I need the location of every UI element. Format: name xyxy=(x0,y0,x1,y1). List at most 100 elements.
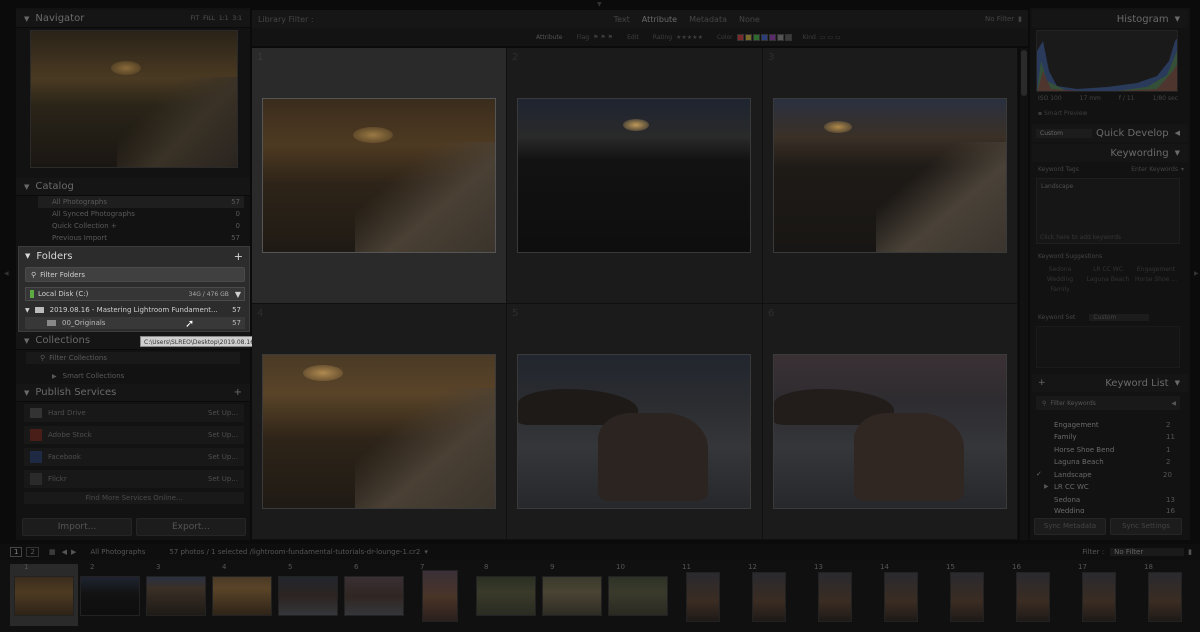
source-label[interactable]: All Photographs xyxy=(90,548,145,556)
subfolder-row[interactable]: 00_Originals 57 xyxy=(25,317,245,329)
color-swatch[interactable] xyxy=(768,33,776,41)
catalog-item[interactable]: All Synced Photographs 0 xyxy=(38,208,244,220)
publish-service-row[interactable]: Facebook Set Up... xyxy=(24,448,244,466)
keyword-tags-area[interactable]: Landscape Click here to add keywords xyxy=(1036,178,1180,244)
filmstrip-thumbnail[interactable] xyxy=(146,576,206,616)
top-panel-toggle-icon[interactable]: ▼ xyxy=(597,1,602,8)
back-arrow-icon[interactable]: ◀ xyxy=(62,548,67,556)
collapse-triangle-icon[interactable]: ▼ xyxy=(24,389,29,397)
collapse-triangle-icon[interactable]: ▼ xyxy=(1175,15,1180,23)
filmstrip-thumbnail[interactable] xyxy=(278,576,338,616)
filmstrip-thumbnail[interactable] xyxy=(1016,572,1050,622)
filmstrip-thumbnail[interactable] xyxy=(752,572,786,622)
kind-icons[interactable]: ▭ ▭ ▭ xyxy=(820,34,841,41)
suggestion[interactable]: Engagement xyxy=(1132,266,1180,273)
grid-scrollbar[interactable] xyxy=(1020,48,1028,540)
filmstrip-thumbnail[interactable] xyxy=(1148,572,1182,622)
publish-service-row[interactable]: Hard Drive Set Up... xyxy=(24,404,244,422)
expand-triangle-icon[interactable]: ▶ xyxy=(1044,483,1049,490)
suggestion[interactable]: Horse Shoe ... xyxy=(1132,276,1180,283)
color-swatch[interactable] xyxy=(776,33,784,41)
keyword-item[interactable]: Family xyxy=(1054,433,1077,441)
keyword-item[interactable]: Landscape xyxy=(1054,471,1092,479)
tab-none[interactable]: None xyxy=(739,15,760,24)
filter-keywords-input[interactable]: ⚲ Filter Keywords ◀ xyxy=(1036,396,1180,410)
filmstrip-thumbnail[interactable] xyxy=(542,576,602,616)
left-panel-toggle-icon[interactable]: ◀ xyxy=(4,270,9,277)
publish-service-row[interactable]: Adobe Stock Set Up... xyxy=(24,426,244,444)
filter-collections-input[interactable]: ⚲ Filter Collections xyxy=(26,352,240,364)
catalog-item[interactable]: Previous Import 57 xyxy=(38,232,244,244)
photo-thumbnail[interactable] xyxy=(517,354,751,509)
chevron-down-icon[interactable]: ▾ xyxy=(1181,166,1184,173)
import-button[interactable]: Import... xyxy=(22,518,132,536)
filmstrip-thumbnail[interactable] xyxy=(608,576,668,616)
service-setup[interactable]: Set Up... xyxy=(208,409,238,417)
quick-develop-header[interactable]: Custom Quick Develop ◀ xyxy=(1032,124,1188,142)
navigator-header[interactable]: ▼ Navigator FIT FILL 1:1 3:1 xyxy=(16,10,250,28)
suggestion[interactable]: Laguna Beach xyxy=(1084,276,1132,283)
service-setup[interactable]: Set Up... xyxy=(208,431,238,439)
filmstrip-thumbnail[interactable] xyxy=(344,576,404,616)
histogram-header[interactable]: Histogram ▼ xyxy=(1032,10,1188,28)
suggestion[interactable]: Family xyxy=(1036,286,1084,293)
photo-thumbnail[interactable] xyxy=(517,98,751,253)
keyword-item[interactable]: Laguna Beach xyxy=(1054,458,1104,466)
folders-header[interactable]: ▼ Folders + xyxy=(19,247,249,265)
publish-service-row[interactable]: Flickr Set Up... xyxy=(24,470,244,488)
filmstrip-thumbnail[interactable] xyxy=(818,572,852,622)
keyword-item[interactable]: Wedding xyxy=(1054,507,1085,513)
expand-triangle-icon[interactable]: ◀ xyxy=(1175,129,1180,137)
volume-row[interactable]: Local Disk (C:) 34G / 476 GB ▼ xyxy=(25,287,245,301)
chevron-left-icon[interactable]: ◀ xyxy=(1171,400,1176,407)
grid-cell[interactable]: 2 xyxy=(507,48,763,304)
second-window-button[interactable]: 2 xyxy=(26,547,39,557)
grid-cell[interactable]: 4 xyxy=(252,304,507,540)
catalog-header[interactable]: ▼ Catalog xyxy=(16,178,250,196)
keyword-list-header[interactable]: + Keyword List ▼ xyxy=(1032,374,1188,392)
tab-metadata[interactable]: Metadata xyxy=(689,15,727,24)
filmstrip-thumbnail[interactable] xyxy=(686,572,720,622)
filmstrip-thumbnail[interactable] xyxy=(1082,572,1116,622)
filmstrip-thumbnail[interactable] xyxy=(476,576,536,616)
filter-preset[interactable]: No Filter xyxy=(985,15,1014,23)
keyword-checkmark-icon[interactable]: ✓ xyxy=(1036,470,1042,478)
color-swatch[interactable] xyxy=(760,33,768,41)
filmstrip-thumbnail[interactable] xyxy=(422,570,458,622)
collapse-triangle-icon[interactable]: ▼ xyxy=(25,252,30,260)
navigator-preview[interactable] xyxy=(30,30,238,168)
filmstrip-filter-select[interactable]: No Filter xyxy=(1110,548,1185,556)
keyword-item[interactable]: LR CC WC xyxy=(1054,483,1089,491)
lock-icon[interactable]: ▮ xyxy=(1018,15,1022,23)
smart-collections-row[interactable]: ▶ Smart Collections xyxy=(38,370,244,382)
grid-cell[interactable]: 6 xyxy=(763,304,1018,540)
service-setup[interactable]: Set Up... xyxy=(208,453,238,461)
grid-cell[interactable]: 3 xyxy=(763,48,1018,304)
photo-thumbnail[interactable] xyxy=(262,98,496,253)
grid-cell-selected[interactable]: 1 xyxy=(252,48,507,304)
chevron-down-icon[interactable]: ▾ xyxy=(424,548,428,556)
add-keyword-icon[interactable]: + xyxy=(1038,378,1046,388)
publish-services-header[interactable]: ▼ Publish Services + xyxy=(16,384,250,402)
keyword-item[interactable]: Engagement xyxy=(1054,421,1099,429)
main-window-button[interactable]: 1 xyxy=(10,547,23,557)
suggestion[interactable]: Wedding xyxy=(1036,276,1084,283)
keyword-set-grid[interactable] xyxy=(1036,326,1180,368)
chevron-down-icon[interactable]: ▼ xyxy=(235,290,241,299)
filmstrip-thumbnail[interactable] xyxy=(950,572,984,622)
keyword-set-select[interactable]: Custom xyxy=(1089,314,1150,321)
photo-thumbnail[interactable] xyxy=(262,354,496,509)
keyword-tags-mode[interactable]: Enter Keywords xyxy=(1131,166,1178,173)
zoom-fill[interactable]: FILL xyxy=(203,15,215,22)
keyword-item[interactable]: Sedona xyxy=(1054,496,1080,504)
zoom-fit[interactable]: FIT xyxy=(190,15,199,22)
keyword-item[interactable]: Horse Shoe Bend xyxy=(1054,446,1114,454)
grid-cell[interactable]: 5 xyxy=(507,304,763,540)
keywording-header[interactable]: Keywording ▼ xyxy=(1032,144,1188,162)
add-service-icon[interactable]: + xyxy=(234,387,242,398)
filmstrip-thumbnail[interactable] xyxy=(14,576,74,616)
suggestion[interactable]: LR CC WC xyxy=(1084,266,1132,273)
filter-lock-icon[interactable]: ▮ xyxy=(1188,548,1192,556)
flag-icons[interactable]: ⚑ ⚑ ⚑ xyxy=(593,34,613,41)
color-swatch[interactable] xyxy=(784,33,792,41)
